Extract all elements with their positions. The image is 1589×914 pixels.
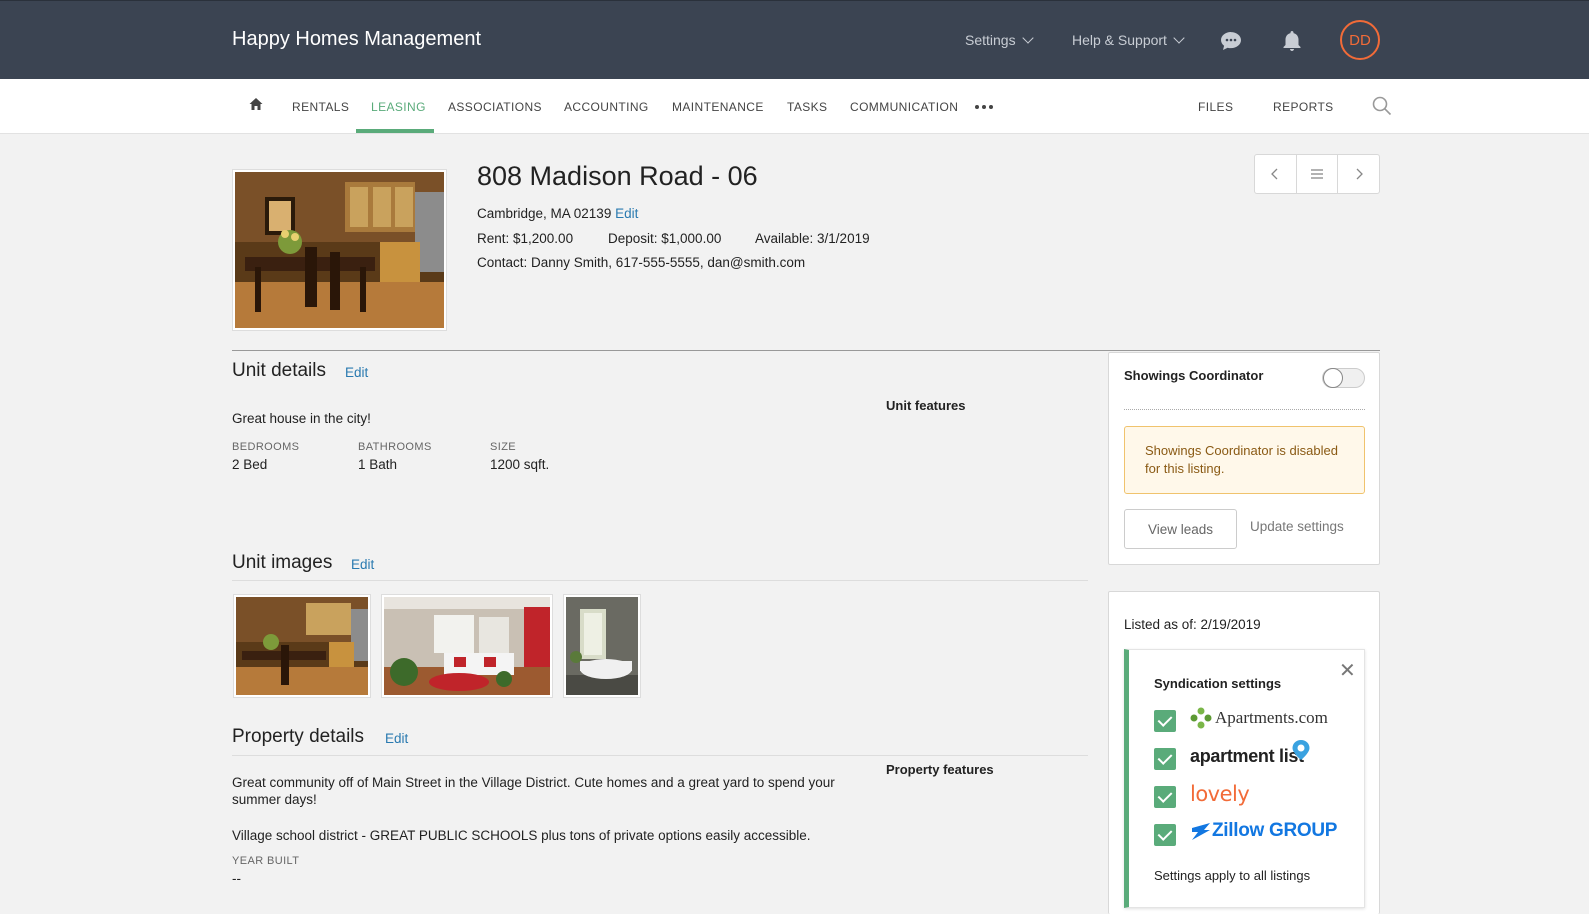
- bell-icon[interactable]: [1280, 29, 1304, 53]
- unit-features-title: Unit features: [886, 398, 966, 413]
- property-features-title: Property features: [886, 762, 994, 777]
- unit-images-title: Unit images: [232, 552, 333, 573]
- home-icon[interactable]: [249, 97, 263, 116]
- user-avatar[interactable]: DD: [1340, 20, 1380, 60]
- apartment-list-logo: apartment list: [1190, 746, 1304, 766]
- listing-address: Cambridge, MA 02139: [477, 206, 612, 221]
- unit-image-kitchen[interactable]: [234, 595, 370, 697]
- syndication-footer: Settings apply to all listings: [1154, 868, 1311, 883]
- listing-pager: [1254, 154, 1380, 194]
- nav-reports[interactable]: REPORTS: [1273, 100, 1334, 114]
- listing-address-line: Cambridge, MA 02139 Edit: [477, 206, 638, 221]
- close-icon[interactable]: ✕: [1339, 658, 1356, 683]
- settings-menu[interactable]: Settings: [965, 31, 1034, 48]
- syndication-partner-zillow-group: Zillow GROUP: [1154, 820, 1354, 850]
- header-divider: [232, 350, 1380, 351]
- apartment-list-pin-icon: [1292, 740, 1310, 760]
- nav-tasks[interactable]: TASKS: [787, 100, 827, 114]
- showings-disabled-alert: Showings Coordinator is disabled for thi…: [1124, 426, 1365, 494]
- update-settings-button[interactable]: Update settings: [1250, 519, 1344, 534]
- syndication-panel: Listed as of: 2/19/2019 ✕ Syndication se…: [1108, 591, 1380, 914]
- showings-coordinator-title: Showings Coordinator: [1124, 368, 1264, 383]
- zillow-z-icon: [1192, 823, 1210, 840]
- listing-title: 808 Madison Road - 06: [477, 161, 758, 191]
- nav-communication[interactable]: COMMUNICATION: [850, 100, 958, 114]
- unit-image-bathroom[interactable]: [564, 595, 640, 697]
- search-icon[interactable]: [1372, 96, 1392, 121]
- next-listing-button[interactable]: [1338, 155, 1379, 193]
- property-details-title: Property details: [232, 726, 365, 747]
- bathrooms-label: BATHROOMS: [358, 441, 432, 453]
- unit-details-edit-link[interactable]: Edit: [345, 365, 368, 380]
- more-icon[interactable]: [975, 105, 993, 109]
- unit-details-title: Unit details: [232, 360, 326, 381]
- zillow-group-logo: Zillow GROUP: [1190, 820, 1337, 842]
- active-tab-indicator: [356, 129, 434, 133]
- chat-icon[interactable]: [1219, 29, 1243, 53]
- property-description-2: Village school district - GREAT PUBLIC S…: [232, 828, 811, 843]
- settings-label: Settings: [965, 32, 1016, 48]
- year-built-label: YEAR BUILT: [232, 855, 300, 867]
- listing-deposit: Deposit: $1,000.00: [608, 231, 722, 246]
- property-details-edit-link[interactable]: Edit: [385, 731, 408, 746]
- help-support-menu[interactable]: Help & Support: [1072, 31, 1185, 48]
- help-support-label: Help & Support: [1072, 32, 1167, 48]
- listing-main-photo[interactable]: [233, 170, 446, 330]
- apartment-list-checkbox[interactable]: [1154, 748, 1176, 770]
- nav-associations[interactable]: ASSOCIATIONS: [448, 100, 542, 114]
- syndication-partner-lovely: lovely: [1154, 782, 1354, 812]
- nav-leasing[interactable]: LEASING: [371, 100, 426, 114]
- listing-rent: Rent: $1,200.00: [477, 231, 574, 246]
- brand-name[interactable]: Happy Homes Management: [232, 28, 481, 51]
- top-bar: Happy Homes Management Settings Help & S…: [0, 0, 1589, 79]
- chevron-down-icon: [1021, 31, 1034, 44]
- size-value: 1200 sqft.: [490, 457, 550, 472]
- listing-menu-button[interactable]: [1297, 155, 1339, 193]
- main-nav: RENTALS LEASING ASSOCIATIONS ACCOUNTING …: [0, 79, 1589, 134]
- chevron-left-icon: [1271, 168, 1278, 180]
- property-details-rule: [232, 755, 1088, 756]
- previous-listing-button[interactable]: [1255, 155, 1297, 193]
- toggle-knob: [1323, 368, 1343, 388]
- apartments-com-checkbox[interactable]: [1154, 710, 1176, 732]
- showings-coordinator-toggle[interactable]: [1322, 368, 1365, 388]
- chevron-down-icon: [1173, 31, 1185, 44]
- listing-available: Available: 3/1/2019: [755, 231, 870, 246]
- bedrooms-label: BEDROOMS: [232, 441, 300, 453]
- unit-images-edit-link[interactable]: Edit: [351, 557, 374, 572]
- apartments-com-logo: Apartments.com: [1190, 707, 1328, 729]
- view-leads-button[interactable]: View leads: [1124, 509, 1237, 549]
- syndication-settings-title: Syndication settings: [1154, 676, 1282, 691]
- unit-image-living-room[interactable]: [382, 595, 552, 697]
- bathrooms-value: 1 Bath: [358, 457, 398, 472]
- size-label: SIZE: [490, 441, 517, 453]
- syndication-partner-apartment-list: apartment list: [1154, 740, 1354, 774]
- panel-dotted-divider: [1124, 409, 1365, 410]
- chevron-right-icon: [1356, 168, 1363, 180]
- list-icon: [1311, 169, 1323, 179]
- lovely-logo: lovely: [1190, 782, 1250, 806]
- property-description-1: Great community off of Main Street in th…: [232, 775, 835, 807]
- nav-rentals[interactable]: RENTALS: [292, 100, 349, 114]
- unit-images-rule: [232, 580, 1088, 581]
- year-built-value: --: [232, 871, 241, 886]
- lovely-checkbox[interactable]: [1154, 786, 1176, 808]
- syndication-settings-box: ✕ Syndication settings Apartments.com ap…: [1124, 649, 1365, 908]
- nav-files[interactable]: FILES: [1198, 100, 1233, 114]
- apartments-com-leaf-icon: [1190, 707, 1212, 729]
- syndication-partner-apartments-com: Apartments.com: [1154, 707, 1354, 736]
- zillow-group-checkbox[interactable]: [1154, 824, 1176, 846]
- nav-maintenance[interactable]: MAINTENANCE: [672, 100, 764, 114]
- listing-contact: Contact: Danny Smith, 617-555-5555, dan@…: [477, 255, 806, 270]
- address-edit-link[interactable]: Edit: [615, 206, 638, 221]
- unit-description: Great house in the city!: [232, 411, 371, 426]
- bedrooms-value: 2 Bed: [232, 457, 268, 472]
- nav-accounting[interactable]: ACCOUNTING: [564, 100, 649, 114]
- showings-coordinator-panel: Showings Coordinator Showings Coordinato…: [1108, 352, 1380, 565]
- listed-as-of: Listed as of: 2/19/2019: [1124, 617, 1261, 632]
